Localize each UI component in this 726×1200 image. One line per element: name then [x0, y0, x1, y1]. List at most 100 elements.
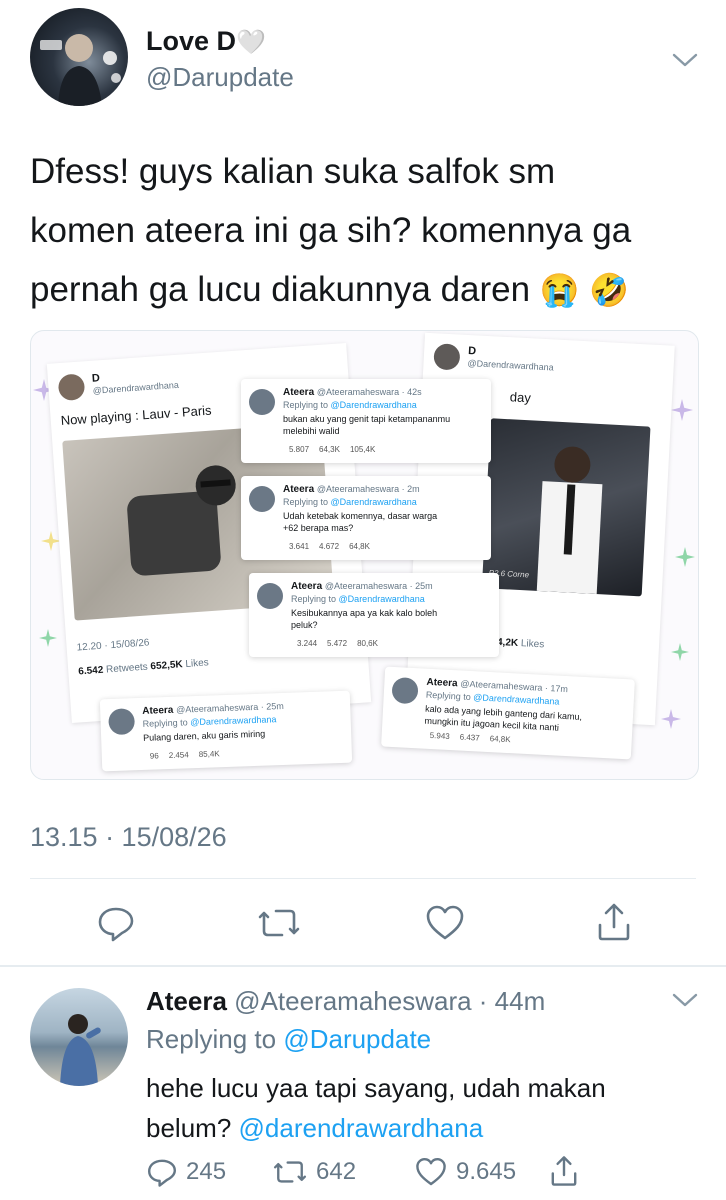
reply-text-line: hehe lucu yaa tapi sayang, udah makan: [146, 1073, 606, 1103]
avatar: [433, 343, 461, 371]
card-handle: @Ateeramaheswara · 25m: [175, 700, 284, 715]
retweets-label: Retweets: [105, 661, 149, 676]
card-replying: Replying to: [142, 717, 188, 729]
card-name: Ateera: [283, 484, 315, 495]
avatar: [257, 583, 283, 609]
card-retweets: 6.437: [459, 732, 480, 743]
comment-icon: [148, 1159, 176, 1187]
crying-emoji: 😭: [539, 272, 580, 308]
reply-card: Ateera @Ateeramaheswara · 25m Replying t…: [249, 573, 499, 657]
card-retweets: 5.472: [327, 639, 348, 648]
card-handle: @Ateeramaheswara · 42s: [316, 387, 422, 397]
like-button[interactable]: [424, 903, 466, 943]
reply-card: Ateera @Ateeramaheswara · 2m Replying to…: [241, 476, 491, 560]
card-stats: 5.807 64,3K 105,4K: [289, 445, 375, 454]
card-replying: Replying to: [283, 400, 329, 410]
tweet-text: Dfess! guys kalian suka salfok sm komen …: [30, 142, 631, 320]
author-avatar[interactable]: [30, 8, 128, 106]
rofl-emoji: 🤣: [589, 272, 630, 308]
reply-author-avatar[interactable]: [30, 988, 128, 1086]
reply-card: Ateera @Ateeramaheswara · 42s Replying t…: [241, 379, 491, 463]
card-name: Ateera: [291, 581, 323, 592]
reply-text-prefix: belum?: [146, 1113, 232, 1143]
embedded-handle: @Darendrawardhana: [92, 379, 180, 396]
card-name: Ateera: [142, 704, 174, 717]
share-button[interactable]: [594, 901, 634, 943]
mention-link[interactable]: @darendrawardhana: [239, 1113, 484, 1143]
tweet-text-line: pernah ga lucu diakunnya daren 😭 🤣: [30, 260, 631, 320]
card-replying-handle: @Darendrawardhana: [330, 497, 417, 507]
reply-retweet-button[interactable]: 642: [272, 1156, 356, 1188]
card-comments: 96: [149, 751, 159, 761]
star-decoration-icon: [39, 629, 57, 647]
retweet-icon: [258, 909, 300, 937]
embedded-caption: day: [509, 389, 532, 406]
likes-count: 4,2K: [496, 636, 519, 650]
card-stats: 3.244 5.472 80,6K: [297, 639, 378, 648]
reply-text: hehe lucu yaa tapi sayang, udah makan be…: [146, 1068, 606, 1148]
retweet-icon: [273, 1161, 307, 1183]
replying-label: Replying to: [146, 1024, 277, 1054]
tweet-text-line-content: pernah ga lucu diakunnya daren: [30, 270, 531, 309]
replying-handle-link[interactable]: @Darupdate: [283, 1024, 431, 1054]
star-decoration-icon: [671, 643, 689, 661]
embedded-likes: 4,2K Likes: [497, 637, 545, 650]
card-replying: Replying to: [291, 594, 337, 604]
avatar: [57, 373, 86, 402]
reply-handle-time[interactable]: @Ateeramaheswara · 44m: [234, 986, 545, 1016]
card-replying: Replying to: [283, 497, 329, 507]
card-retweets: 2.454: [168, 750, 189, 761]
share-icon: [598, 903, 630, 941]
card-text: peluk?: [291, 620, 318, 630]
card-comments: 3.244: [297, 639, 318, 648]
avatar: [391, 676, 419, 705]
star-decoration-icon: [671, 399, 693, 421]
chevron-down-icon[interactable]: [670, 990, 700, 1010]
card-retweets: 64,3K: [319, 445, 340, 454]
card-comments: 5.943: [429, 730, 450, 741]
reply-like-button[interactable]: 9.645: [414, 1156, 516, 1188]
card-text: bukan aku yang genit tapi ketampananmu: [283, 414, 451, 424]
card-handle: @Ateeramaheswara · 2m: [316, 484, 420, 494]
card-replying-handle: @Darendrawardhana: [330, 400, 417, 410]
reply-card: Ateera @Ateeramaheswara · 25m Replying t…: [99, 690, 353, 772]
author-display-name[interactable]: Love D🤍: [146, 26, 266, 57]
chevron-down-icon[interactable]: [670, 50, 700, 70]
heart-icon: [416, 1158, 446, 1186]
card-replying-handle: @Darendrawardhana: [190, 714, 277, 728]
tweet-text-line: komen ateera ini ga sih? komennya ga: [30, 211, 632, 250]
reply-share-button[interactable]: [548, 1154, 580, 1188]
tweet-timestamp[interactable]: 13.15 · 15/08/26: [30, 822, 227, 853]
avatar: [108, 708, 136, 736]
tweet-media-image[interactable]: D @Darendrawardhana Now playing : Lauv -…: [30, 330, 699, 780]
card-likes: 85,4K: [198, 749, 220, 759]
embedded-stats: 6.542 Retweets 652,5K Likes: [78, 657, 209, 677]
card-text: Pulang daren, aku garis miring: [143, 728, 266, 743]
star-decoration-icon: [661, 709, 681, 729]
card-stats: 5.943 6.437 64,8K: [429, 731, 510, 744]
card-text: melebihi walid: [283, 426, 340, 436]
card-retweets: 4.672: [319, 542, 340, 551]
reply-button[interactable]: [96, 903, 136, 943]
reply-header: Ateera @Ateeramaheswara · 44m: [146, 986, 545, 1017]
avatar: [249, 486, 275, 512]
card-handle: @Ateeramaheswara · 25m: [324, 581, 433, 591]
author-handle[interactable]: @Darupdate: [146, 62, 294, 93]
avatar: [249, 389, 275, 415]
comment-count: 245: [186, 1158, 227, 1185]
card-stats: 96 2.454 85,4K: [150, 749, 220, 760]
share-icon: [551, 1156, 577, 1186]
reply-card: Ateera @Ateeramaheswara · 17m Replying t…: [381, 666, 635, 760]
reply-display-name[interactable]: Ateera: [146, 986, 227, 1016]
card-replying-handle: @Darendrawardhana: [473, 692, 560, 707]
card-likes: 64,8K: [489, 734, 511, 745]
card-comments: 3.641: [289, 542, 310, 551]
card-name: Ateera: [283, 387, 315, 398]
star-decoration-icon: [675, 547, 695, 567]
card-text: Udah ketebak komennya, dasar warga: [283, 511, 438, 521]
likes-label: Likes: [185, 657, 210, 670]
reply-comment-button[interactable]: 245: [146, 1156, 226, 1188]
heart-emoji: 🤍: [236, 29, 266, 56]
retweet-button[interactable]: [256, 903, 302, 943]
likes-count: 652,5K: [150, 659, 184, 673]
